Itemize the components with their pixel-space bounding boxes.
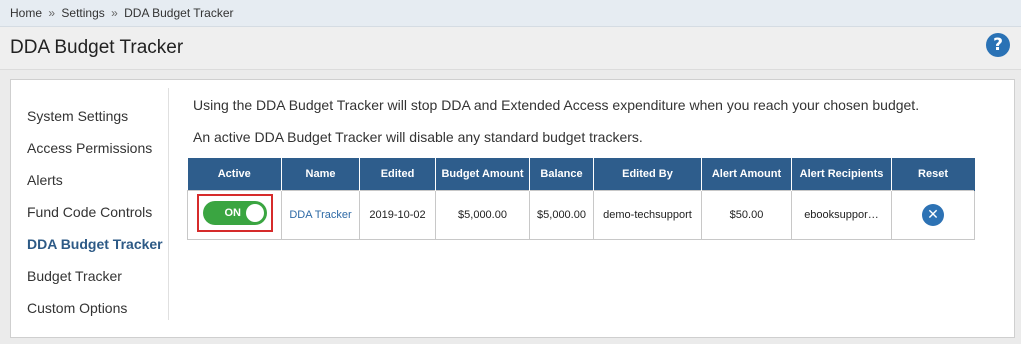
toggle-knob xyxy=(245,204,264,222)
breadcrumb-current: DDA Budget Tracker xyxy=(124,6,234,20)
page-title: DDA Budget Tracker xyxy=(10,37,184,58)
sidebar: System Settings Access Permissions Alert… xyxy=(11,88,169,320)
breadcrumb-home[interactable]: Home xyxy=(10,6,42,20)
alert-amount-cell: $50.00 xyxy=(701,189,792,240)
settings-panel: System Settings Access Permissions Alert… xyxy=(10,79,1015,338)
title-bar: DDA Budget Tracker ? xyxy=(0,27,1021,70)
sidebar-item-dda-budget-tracker[interactable]: DDA Budget Tracker xyxy=(27,236,163,252)
intro-text: An active DDA Budget Tracker will disabl… xyxy=(193,129,643,145)
breadcrumb-separator: » xyxy=(111,6,118,20)
balance-cell: $5,000.00 xyxy=(529,189,594,240)
close-circle-icon[interactable]: ✕ xyxy=(922,203,944,226)
sidebar-item-system-settings[interactable]: System Settings xyxy=(27,108,128,124)
column-header-edited-by: Edited By xyxy=(593,158,702,190)
sidebar-item-access-permissions[interactable]: Access Permissions xyxy=(27,140,152,156)
column-header-name: Name xyxy=(281,158,360,190)
column-header-budget-amount: Budget Amount xyxy=(435,158,530,190)
active-toggle[interactable]: ON xyxy=(202,201,267,225)
table-header-row: Active Name Edited Budget Amount Balance… xyxy=(187,158,975,190)
breadcrumb: Home » Settings » DDA Budget Tracker xyxy=(0,0,1021,27)
breadcrumb-settings[interactable]: Settings xyxy=(61,6,104,20)
sidebar-item-fund-code-controls[interactable]: Fund Code Controls xyxy=(27,204,152,220)
tracker-table: Active Name Edited Budget Amount Balance… xyxy=(187,158,975,240)
reset-cell: ✕ xyxy=(891,189,975,240)
active-toggle-highlight: ON xyxy=(196,194,273,232)
alert-recipients-cell: ebooksuppor… xyxy=(791,189,892,240)
sidebar-item-custom-options[interactable]: Custom Options xyxy=(27,300,127,316)
column-header-edited: Edited xyxy=(359,158,436,190)
edited-by-cell: demo-techsupport xyxy=(593,189,702,240)
edited-cell: 2019-10-02 xyxy=(359,189,436,240)
table-row: ON DDA Tracker 2019-10-02 $5,000.00 $5,0… xyxy=(187,189,975,240)
column-header-alert-recipients: Alert Recipients xyxy=(791,158,892,190)
toggle-label: ON xyxy=(224,207,242,219)
sidebar-item-alerts[interactable]: Alerts xyxy=(27,172,63,188)
tracker-name-link[interactable]: DDA Tracker xyxy=(289,209,351,221)
column-header-balance: Balance xyxy=(529,158,594,190)
column-header-reset: Reset xyxy=(891,158,975,190)
name-cell: DDA Tracker xyxy=(281,189,360,240)
column-header-alert-amount: Alert Amount xyxy=(701,158,792,190)
sidebar-item-budget-tracker[interactable]: Budget Tracker xyxy=(27,268,122,284)
active-cell: ON xyxy=(187,189,282,240)
intro-text: Using the DDA Budget Tracker will stop D… xyxy=(193,97,920,113)
breadcrumb-separator: » xyxy=(48,6,56,20)
column-header-active: Active xyxy=(187,158,282,190)
budget-amount-cell: $5,000.00 xyxy=(435,189,530,240)
help-icon[interactable]: ? xyxy=(986,33,1010,57)
